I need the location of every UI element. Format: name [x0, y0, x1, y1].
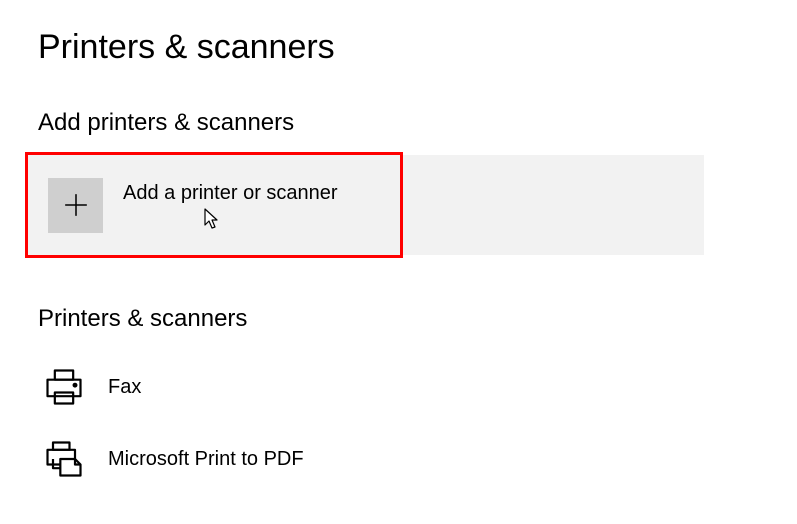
page-title: Printers & scanners — [38, 28, 797, 67]
plus-icon — [48, 178, 103, 233]
device-label: Fax — [108, 376, 141, 399]
print-to-file-icon — [42, 437, 90, 481]
add-printer-button[interactable]: Add a printer or scanner — [28, 155, 704, 255]
device-item-print-to-pdf[interactable]: Microsoft Print to PDF — [38, 423, 714, 495]
printer-icon — [42, 365, 90, 409]
devices-section-header: Printers & scanners — [38, 305, 797, 333]
add-printer-label: Add a printer or scanner — [123, 182, 338, 205]
device-item-fax[interactable]: Fax — [38, 351, 714, 423]
device-label: Microsoft Print to PDF — [108, 448, 304, 471]
add-section-header: Add printers & scanners — [38, 109, 797, 137]
device-list: Fax Microsoft Print to PDF — [38, 351, 797, 495]
add-printer-wrapper: Add a printer or scanner — [28, 155, 797, 255]
